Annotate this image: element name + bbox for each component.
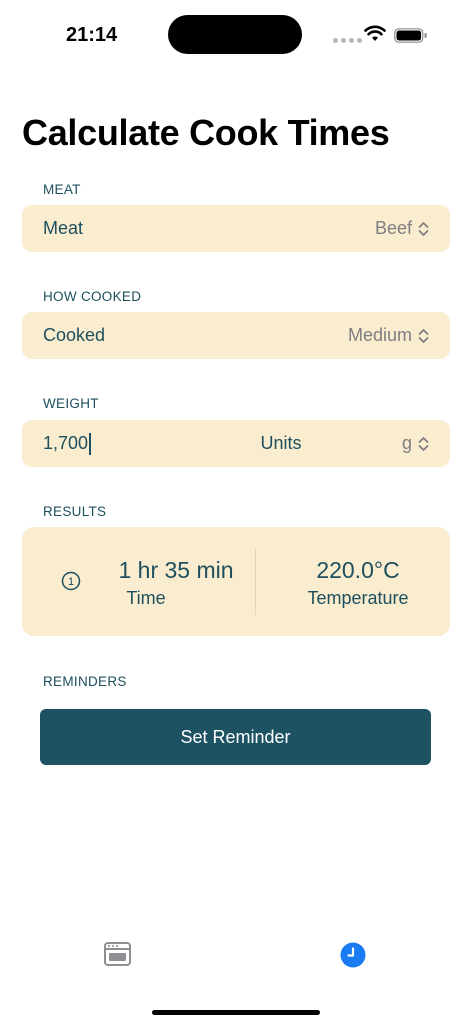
reminders-section-label: REMINDERS [43,674,127,689]
cooked-selected-value: Medium [347,325,412,345]
results-card: 1 1 hr 35 min Time 220.0°C Temperature [22,527,450,636]
cooked-picker[interactable]: Cooked Medium [22,312,450,359]
units-label: Units [260,433,302,453]
results-section-label: RESULTS [43,504,107,519]
text-caret [89,432,92,455]
results-divider [255,548,256,615]
timer-icon[interactable] [340,942,366,968]
how-cooked-section-label: HOW COOKED [43,289,142,304]
home-indicator[interactable] [152,1010,320,1015]
meat-picker[interactable]: Meat Beef [22,205,450,252]
meat-selected-value: Beef [374,218,412,238]
cooked-field-label: Cooked [43,325,106,345]
cooked-picker-value[interactable]: Medium [348,325,429,346]
weight-input[interactable]: 1,700 [43,432,92,455]
step-number-text: 1 [68,576,74,588]
temperature-value: 220.0°C [316,557,400,583]
units-picker[interactable]: g [402,433,429,454]
chevron-up-down-icon [418,328,429,343]
temperature-caption: Temperature [307,588,409,608]
cook-time-caption: Time [126,588,166,608]
cook-time-value: 1 hr 35 min [118,557,234,583]
screen: 21:14 Calculate Cook Times MEAT Meat Bee… [0,0,471,1024]
weight-value: 1,700 [43,433,89,453]
weight-section-label: WEIGHT [43,396,99,411]
meat-picker-value[interactable]: Beef [375,218,429,239]
oven-icon[interactable] [104,942,131,966]
dynamic-island [168,15,302,54]
set-reminder-button[interactable]: Set Reminder [40,709,431,765]
chevron-up-down-icon [418,221,429,236]
chevron-up-down-icon [418,436,429,451]
battery-icon [394,28,427,43]
weight-row: 1,700 Units g [22,420,450,467]
meat-section-label: MEAT [43,182,81,197]
wifi-icon [364,25,386,41]
unit-selected-value: g [401,433,412,453]
meat-field-label: Meat [43,218,84,238]
page-title: Calculate Cook Times [22,112,390,153]
status-time: 21:14 [66,24,118,46]
cellular-signal-icon [333,38,362,43]
